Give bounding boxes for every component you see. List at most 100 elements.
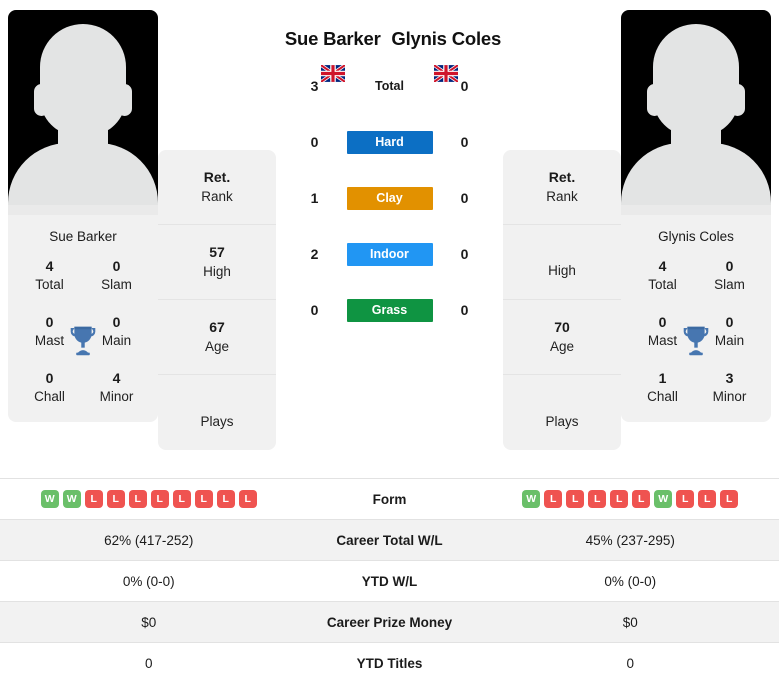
stat-plays-left: Plays [158, 375, 276, 450]
form-badge-loss: L [216, 490, 235, 508]
titles-grid-right: 4 Total 0 Slam 0 Mast 0 Main 1 Chall 3 M… [621, 256, 771, 422]
row-label-form: Form [372, 491, 407, 507]
title-stat-total-left: 4 Total [16, 256, 83, 294]
form-badge-loss: L [172, 490, 191, 508]
form-badge-loss: L [150, 490, 169, 508]
stat-label: Plays [545, 413, 579, 429]
stat-label: Plays [200, 413, 234, 429]
title-stat-main-right: 0 Main [696, 312, 763, 350]
row-value-right: 0% (0-0) [604, 573, 657, 589]
form-badge-win: W [40, 490, 59, 508]
table-row-form: WWLLLLLLLL Form WLLLLLWLLL [0, 478, 779, 520]
title-value: 4 [112, 369, 121, 386]
title-value: 0 [45, 369, 54, 386]
row-value-left: 0 [144, 655, 153, 671]
rank-stats-left: Ret. Rank 57 High 67 Age Plays [158, 150, 276, 450]
photo-fade [621, 205, 771, 215]
form-badge-win: W [654, 490, 673, 508]
stat-high-right: High [503, 225, 621, 300]
h2h-surface-label: Total [375, 79, 404, 93]
stat-label: Age [204, 338, 230, 354]
stat-label: High [548, 263, 576, 279]
title-stat-mast-left: 0 Mast [16, 312, 83, 350]
row-label-ytd-titles: YTD Titles [356, 655, 423, 671]
row-label-career-prize-money: Career Prize Money [326, 614, 453, 630]
surface-breakdown: 3 Total 0 0 Hard 0 1 Clay 0 2 Indoor 0 0… [276, 58, 503, 338]
title-stat-minor-right: 3 Minor [696, 368, 763, 406]
row-value-right: 45% (237-295) [585, 532, 675, 548]
form-cell-right: WLLLLLWLLL [482, 479, 779, 520]
player-card-left[interactable]: Sue Barker 4 Total 0 Slam 0 Mast 0 Main [8, 10, 158, 422]
h2h-row-grass: 0 Grass 0 [276, 282, 503, 338]
form-badge-loss: L [720, 490, 739, 508]
player-photo-caption-left: Sue Barker [49, 229, 117, 244]
titles-grid-left: 4 Total 0 Slam 0 Mast 0 Main 0 Chall 4 M… [8, 256, 158, 422]
comparison-section: Sue Barker 4 Total 0 Slam 0 Mast 0 Main [0, 0, 779, 478]
form-badge-loss: L [566, 490, 585, 508]
h2h-right-score: 0 [460, 190, 469, 206]
h2h-row-hard: 0 Hard 0 [276, 114, 503, 170]
stat-value: 57 [209, 244, 225, 261]
h2h-row-indoor: 2 Indoor 0 [276, 226, 503, 282]
stat-plays-right: Plays [503, 375, 621, 450]
avatar-ear-left-icon [647, 84, 662, 116]
stat-label: Age [549, 338, 575, 354]
title-stat-total-right: 4 Total [629, 256, 696, 294]
title-label: Total [35, 277, 64, 293]
title-label: Chall [647, 388, 678, 404]
player-card-right[interactable]: Glynis Coles 4 Total 0 Slam 0 Mast 0 Mai… [621, 10, 771, 422]
h2h-right-score: 0 [460, 78, 469, 94]
row-value-right: 0 [626, 655, 634, 671]
title-stat-minor-left: 4 Minor [83, 368, 150, 406]
form-badge-loss: L [610, 490, 629, 508]
table-row-ytd-wl: 0% (0-0) YTD W/L 0% (0-0) [0, 560, 779, 602]
comparison-stats-table: WWLLLLLLLL Form WLLLLLWLLL 62% (417-252)… [0, 478, 779, 684]
form-badge-win: W [522, 490, 541, 508]
stat-rank-left: Ret. Rank [158, 150, 276, 225]
h2h-row-total: 3 Total 0 [276, 58, 503, 114]
title-value: 0 [725, 258, 734, 274]
stat-value: Ret. [203, 169, 231, 186]
form-badge-loss: L [632, 490, 651, 508]
stat-label: Rank [201, 188, 233, 204]
row-value-right: $0 [622, 614, 638, 630]
title-stat-main-left: 0 Main [83, 312, 150, 350]
stat-label: High [203, 263, 231, 279]
title-stat-chall-right: 1 Chall [629, 368, 696, 406]
h2h-left-score: 3 [310, 78, 319, 94]
row-value-left: 0% (0-0) [122, 573, 175, 589]
stat-age-right: 70 Age [503, 300, 621, 375]
form-badge-loss: L [194, 490, 213, 508]
h2h-surface-pill-grass: Grass [346, 298, 433, 322]
title-label: Total [648, 277, 677, 293]
player-photo-left [8, 10, 158, 215]
h2h-surface-pill-hard: Hard [346, 130, 433, 154]
form-badge-loss: L [84, 490, 103, 508]
h2h-surface-pill-indoor: Indoor [346, 242, 433, 266]
title-label: Chall [34, 388, 65, 404]
avatar-ear-left-icon [34, 84, 49, 116]
h2h-left-score: 1 [310, 190, 319, 206]
h2h-surface-pill-clay: Clay [346, 186, 433, 210]
title-label: Main [714, 333, 745, 349]
title-label: Mast [647, 333, 678, 349]
head-to-head-column: Sue Barker Glynis Coles 3 Total 0 0 Hard… [276, 10, 503, 338]
table-row-ytd-titles: 0 YTD Titles 0 [0, 642, 779, 684]
h2h-left-score: 0 [310, 134, 319, 150]
stat-rank-right: Ret. Rank [503, 150, 621, 225]
table-row-career-total-wl: 62% (417-252) Career Total W/L 45% (237-… [0, 519, 779, 561]
stat-high-left: 57 High [158, 225, 276, 300]
avatar-ear-right-icon [730, 84, 745, 116]
h2h-right-score: 0 [460, 134, 469, 150]
h2h-right-score: 0 [460, 246, 469, 262]
title-label: Main [101, 333, 132, 349]
form-badges-left: WWLLLLLLLL [0, 490, 298, 508]
rank-stats-right: Ret. Rank High 70 Age Plays [503, 150, 621, 450]
title-label: Minor [99, 388, 134, 404]
stat-value: Ret. [548, 169, 576, 186]
title-stat-chall-left: 0 Chall [16, 368, 83, 406]
form-badges-right: WLLLLLWLLL [482, 490, 779, 508]
title-stat-slam-left: 0 Slam [83, 256, 150, 294]
stat-age-left: 67 Age [158, 300, 276, 375]
form-badge-loss: L [676, 490, 695, 508]
